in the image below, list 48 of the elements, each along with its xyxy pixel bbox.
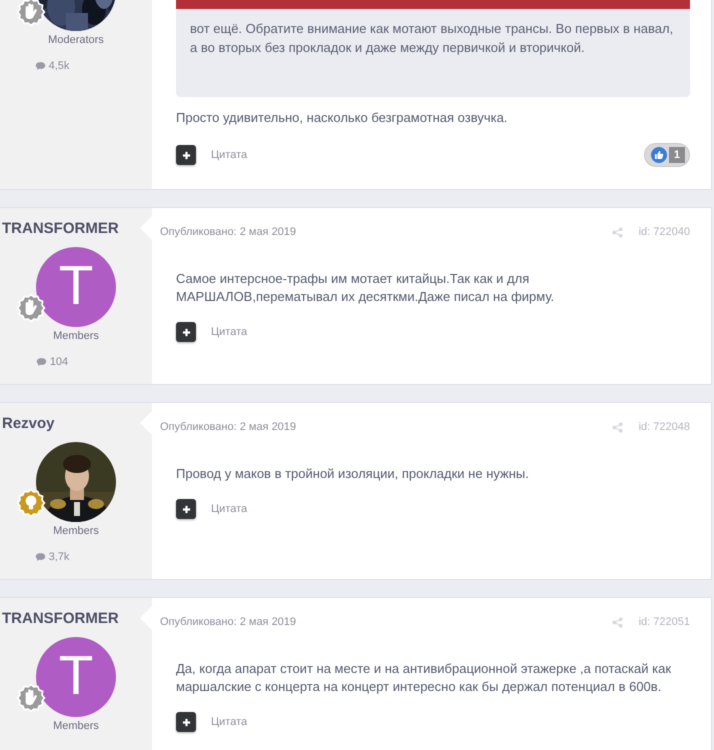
reaction-count: 1 — [668, 147, 685, 163]
hand-badge-icon — [16, 293, 46, 323]
reaction-button[interactable]: 1 — [644, 143, 690, 167]
post-count: 104 — [50, 356, 68, 368]
comment-icon — [34, 61, 46, 71]
multiquote-button[interactable] — [176, 322, 196, 342]
plus-icon — [182, 504, 190, 514]
plus-icon — [182, 718, 190, 726]
author-name[interactable]: TRANSFORMER — [0, 610, 119, 627]
quote-link[interactable]: Цитата — [211, 503, 248, 515]
post-date: Опубликовано: 2 мая 2019 — [160, 421, 296, 433]
hand-badge-icon — [16, 683, 46, 713]
post-count: 4,5k — [48, 60, 70, 72]
post-date: Опубликовано: 2 мая 2019 — [160, 226, 296, 238]
comment-icon — [36, 357, 47, 367]
multiquote-button[interactable] — [176, 712, 196, 732]
post-text: Да, когда апарат стоит на месте и на антивибрационной этажерке ,а потаскай как маршалские с концерта на концерт интересно как бы держал потенциал в 600в. — [176, 660, 672, 696]
post-text: Самое интерсное-трафы им мотает китайцы.Так как и для МАРШАЛОВ,перематывал их десяткми.Даже писал на фирму. — [176, 270, 556, 306]
post-text: Просто удивительно, насколько безграмотная озвучка. — [176, 109, 508, 127]
post-id[interactable]: id: 722040 — [638, 226, 690, 238]
quote-link[interactable]: Цитата — [211, 149, 248, 161]
user-group: Members — [53, 330, 99, 342]
share-icon — [612, 422, 623, 432]
user-group: Members — [53, 720, 99, 732]
post-count: 3,7k — [48, 551, 70, 563]
share-icon — [612, 226, 623, 238]
author-name[interactable]: Rezvoy — [0, 415, 55, 432]
user-avatar[interactable]: T — [36, 637, 116, 717]
hand-badge-icon — [16, 0, 46, 27]
thumbs-up-icon — [650, 147, 667, 163]
post-date: Опубликовано: 2 мая 2019 — [160, 616, 296, 628]
author-name[interactable]: TRANSFORMER — [0, 220, 119, 237]
quote-link[interactable]: Цитата — [211, 716, 248, 728]
post-id[interactable]: id: 722048 — [638, 421, 690, 433]
quote-text: вот ещё. Обратите внимание как мотают выходные трансы. Во первых в навал, а во вторых без прокладок и даже между первичкой и вторичкой. — [189, 20, 674, 57]
lightbulb-badge-icon — [16, 488, 46, 518]
user-group: Members — [53, 525, 99, 537]
user-avatar[interactable]: T — [36, 247, 116, 327]
multiquote-button[interactable] — [176, 145, 196, 165]
share-icon — [612, 616, 623, 628]
comment-icon — [34, 552, 46, 562]
multiquote-button[interactable] — [176, 499, 196, 519]
plus-icon — [182, 328, 190, 336]
quote-link[interactable]: Цитата — [211, 326, 248, 338]
plus-icon — [182, 150, 190, 160]
post-id[interactable]: id: 722051 — [638, 616, 690, 628]
user-group: Moderators — [48, 34, 104, 46]
post-text: Провод у маков в тройной изоляции, прокладки не нужны. — [176, 465, 530, 483]
